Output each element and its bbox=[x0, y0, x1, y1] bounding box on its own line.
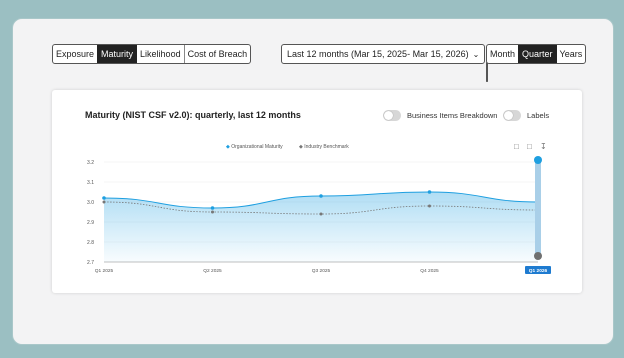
org-point bbox=[210, 206, 215, 210]
highlight-handle-bottom bbox=[534, 252, 542, 260]
maturity-chart: 3.2 3.1 3.0 2.9 2.8 2.7Q1 2025 Q2 2025 Q3 2025 Q… bbox=[87, 156, 551, 274]
y-tick-label: 3.2 bbox=[87, 160, 94, 166]
x-tick-label: Q4 2025 bbox=[420, 268, 439, 274]
view-tabs: Exposure Maturity Likelihood Cost of Bre… bbox=[52, 44, 252, 64]
y-tick-label: 2.7 bbox=[87, 260, 94, 266]
period-years[interactable]: Years bbox=[555, 45, 586, 63]
date-range-select[interactable]: Last 12 months (Mar 15, 2025- Mar 15, 20… bbox=[281, 44, 486, 64]
highlight-bar bbox=[535, 160, 541, 256]
tab-exposure[interactable]: Exposure bbox=[53, 45, 97, 63]
date-range-label: Last 12 months (Mar 15, 2025- Mar 15, 20… bbox=[287, 49, 469, 59]
tab-cost-of-breach[interactable]: Cost of Breach bbox=[183, 45, 251, 63]
x-tick-label: Q1 2025 bbox=[95, 268, 114, 274]
chevron-down-icon: ⌄ bbox=[472, 50, 480, 59]
y-tick-label: 3.1 bbox=[87, 180, 94, 186]
tab-maturity[interactable]: Maturity bbox=[97, 45, 137, 63]
y-tick-label: 3.0 bbox=[87, 200, 94, 206]
org-point bbox=[427, 190, 432, 194]
benchmark-point bbox=[319, 212, 323, 216]
period-buttons: Month Quarter Years bbox=[486, 44, 587, 64]
y-tick-label: 2.9 bbox=[87, 220, 94, 226]
period-month[interactable]: Month bbox=[487, 45, 518, 63]
period-segment bbox=[486, 62, 488, 82]
benchmark-point bbox=[428, 204, 431, 208]
x-tick-label: Q2 2025 bbox=[203, 268, 222, 274]
tab-likelihood[interactable]: Likelihood bbox=[136, 45, 184, 63]
benchmark-point bbox=[211, 210, 214, 214]
org-point bbox=[319, 194, 323, 198]
y-tick-label: 2.8 bbox=[87, 240, 94, 246]
period-quarter[interactable]: Quarter bbox=[518, 45, 556, 63]
x-tick-label: Q3 2025 bbox=[312, 268, 331, 274]
benchmark-point bbox=[102, 200, 106, 204]
org-area bbox=[104, 192, 538, 262]
highlight-handle-top bbox=[534, 156, 542, 164]
x-tick-label: Q1 2026 bbox=[529, 268, 548, 274]
org-point bbox=[102, 196, 106, 200]
